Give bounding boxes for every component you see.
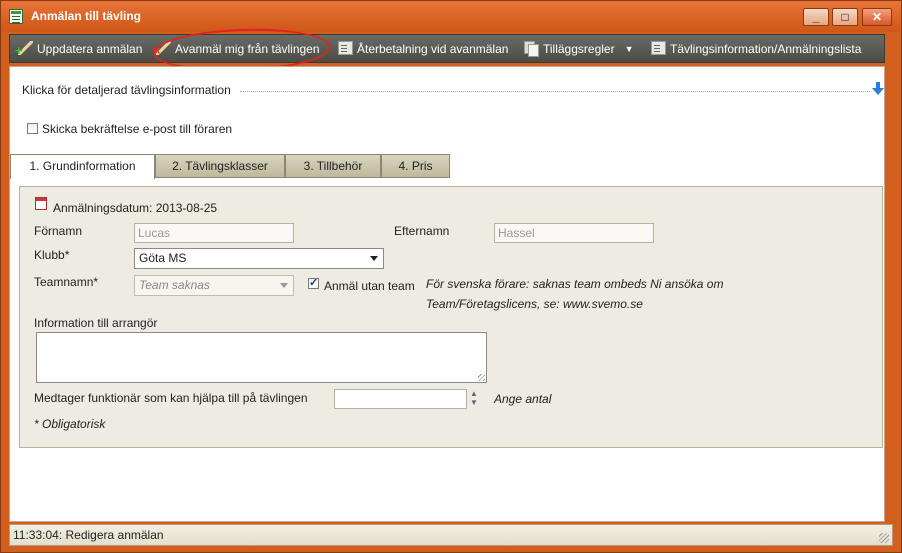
chevron-down-icon: ▼ (624, 44, 634, 54)
competition-info-label: Tävlingsinformation/Anmälningslista (670, 42, 862, 56)
team-select[interactable]: Team saknas (134, 275, 294, 296)
tab-classes[interactable]: 2. Tävlingsklasser (155, 154, 285, 178)
confirm-email-checkbox[interactable] (27, 123, 38, 134)
club-label: Klubb* (34, 248, 70, 262)
team-label: Teamnamn* (34, 275, 99, 289)
stepper-arrows-icon[interactable]: ▲ ▼ (469, 389, 479, 409)
club-select[interactable]: Göta MS (134, 248, 384, 269)
lastname-field[interactable]: Hassel (494, 223, 654, 243)
organizer-info-label: Information till arrangör (34, 316, 158, 330)
document-list-icon (651, 41, 666, 55)
close-button[interactable]: ✕ (862, 8, 892, 26)
update-registration-button[interactable]: Uppdatera anmälan (15, 40, 143, 60)
dropdown-arrow-icon (280, 283, 288, 288)
withdraw-registration-button[interactable]: Avanmäl mig från tävlingen (153, 40, 320, 60)
club-value: Göta MS (139, 251, 187, 265)
pen-plus-icon (15, 41, 33, 60)
team-note-line1: För svenska förare: saknas team ombeds N… (426, 277, 724, 291)
tab-accessories[interactable]: 3. Tillbehör (285, 154, 381, 178)
officials-hint: Ange antal (494, 392, 552, 406)
toolbar: Uppdatera anmälan Avanmäl mig från tävli… (9, 34, 885, 63)
details-toggle[interactable]: Klicka för detaljerad tävlingsinformatio… (22, 83, 231, 97)
officials-label: Medtager funktionär som kan hjälpa till … (34, 391, 308, 405)
required-note: * Obligatorisk (34, 417, 106, 431)
documents-icon (524, 41, 539, 57)
status-bar: 11:33:04: Redigera anmälan (9, 524, 893, 546)
minimize-button[interactable]: _ (803, 8, 829, 26)
dropdown-arrow-icon (370, 256, 378, 261)
withdraw-registration-label: Avanmäl mig från tävlingen (175, 42, 320, 56)
lastname-label: Efternamn (394, 224, 450, 238)
firstname-field[interactable]: Lucas (134, 223, 294, 243)
team-value: Team saknas (139, 278, 210, 292)
document-icon (338, 41, 353, 55)
confirm-email-label: Skicka bekräftelse e-post till föraren (42, 122, 233, 136)
team-note-line2: Team/Företagslicens, se: www.svemo.se (426, 297, 643, 311)
window-title: Anmälan till tävling (31, 9, 142, 23)
resize-grip-icon[interactable] (879, 533, 889, 543)
form-app-icon (9, 9, 23, 24)
refund-button[interactable]: Återbetalning vid avanmälan (338, 40, 508, 58)
supplementary-rules-button[interactable]: Tilläggsregler ▼ (524, 40, 634, 58)
competition-info-button[interactable]: Tävlingsinformation/Anmälningslista (651, 40, 861, 58)
registration-date: Anmälningsdatum: 2013-08-25 (53, 201, 218, 215)
title-bar: Anmälan till tävling _ □ ✕ (1, 1, 901, 32)
no-team-label: Anmäl utan team (324, 279, 415, 293)
content-area: Klicka för detaljerad tävlingsinformatio… (9, 66, 885, 522)
update-registration-label: Uppdatera anmälan (37, 42, 143, 56)
officials-count-input[interactable] (334, 389, 467, 409)
refund-label: Återbetalning vid avanmälan (357, 42, 509, 56)
maximize-button[interactable]: □ (832, 8, 858, 26)
organizer-info-textarea[interactable] (36, 332, 487, 383)
tab-basic-info[interactable]: 1. Grundinformation (10, 154, 155, 179)
supplementary-rules-label: Tilläggsregler (543, 42, 615, 56)
no-team-checkbox[interactable] (308, 276, 319, 289)
firstname-label: Förnamn (34, 224, 83, 238)
arrow-down-icon[interactable] (872, 82, 884, 96)
basic-info-panel: Anmälningsdatum: 2013-08-25 Förnamn Luca… (19, 186, 883, 448)
status-text: 11:33:04: Redigera anmälan (13, 528, 164, 542)
application-window: Anmälan till tävling _ □ ✕ Uppdatera anm… (0, 0, 902, 553)
tab-price[interactable]: 4. Pris (381, 154, 450, 178)
divider (240, 91, 870, 92)
pen-remove-icon (153, 41, 171, 60)
calendar-icon (35, 197, 47, 210)
